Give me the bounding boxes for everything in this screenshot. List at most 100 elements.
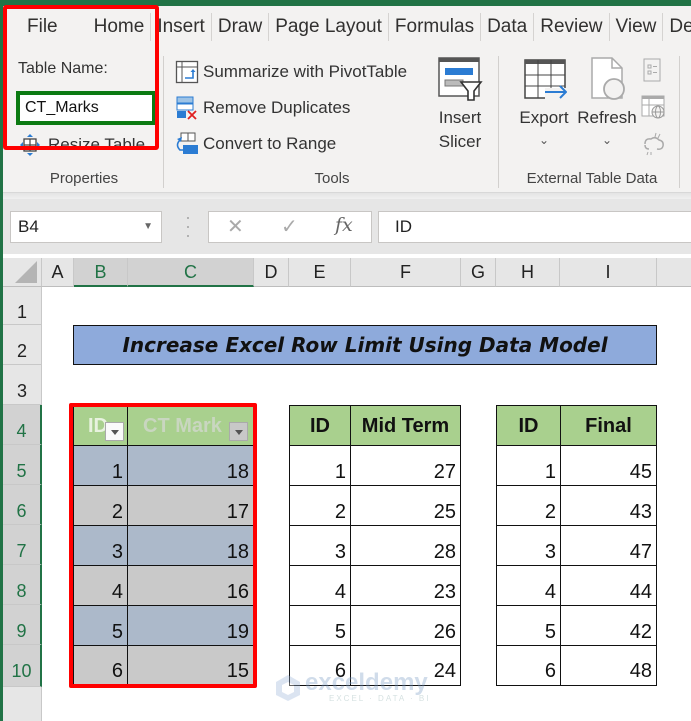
row-header-9[interactable]: 9 [3, 605, 42, 645]
table-cell[interactable]: 23 [351, 566, 461, 606]
row-header-5[interactable]: 5 [3, 445, 42, 485]
tab-formulas[interactable]: Formulas [389, 13, 482, 41]
select-all-button[interactable] [3, 258, 42, 287]
mid-header-id[interactable]: ID [289, 405, 351, 446]
row-header-4[interactable]: 4 [3, 405, 42, 445]
filter-dropdown-icon[interactable] [229, 422, 248, 441]
formula-input[interactable]: ID [378, 211, 691, 243]
row-header-7[interactable]: 7 [3, 525, 42, 565]
mid-header-midterm[interactable]: Mid Term [351, 405, 461, 446]
group-separator [163, 56, 164, 188]
column-header-e[interactable]: E [289, 258, 351, 287]
tab-view[interactable]: View [610, 13, 664, 41]
tab-file[interactable]: File [3, 13, 88, 41]
table-cell[interactable]: 47 [561, 526, 657, 566]
name-box-value: B4 [18, 217, 39, 236]
group-separator [679, 56, 680, 188]
ct-header-marks-label: CT Mark [143, 415, 222, 437]
excel-window: File Home Insert Draw Page Layout Formul… [0, 0, 691, 721]
column-header-h[interactable]: H [496, 258, 560, 287]
table-name-input[interactable]: CT_Marks [16, 91, 156, 125]
table-cell[interactable]: 43 [561, 486, 657, 526]
summarize-label: Summarize with PivotTable [203, 62, 408, 81]
column-header-g[interactable]: G [461, 258, 496, 287]
tab-data[interactable]: Data [481, 13, 535, 41]
column-header-c[interactable]: C [128, 258, 254, 287]
insert-slicer-button[interactable]: Insert Slicer [429, 56, 491, 154]
exceldemy-watermark: exceldemy EXCEL · DATA · BI [275, 671, 430, 703]
column-header-i[interactable]: I [560, 258, 657, 287]
resize-table-button[interactable]: Resize Table [20, 132, 145, 158]
enter-icon[interactable]: ✓ [281, 214, 298, 239]
insert-slicer-label-1: Insert [438, 108, 482, 127]
table-cell[interactable]: 18 [128, 526, 254, 566]
export-button[interactable]: Export ⌄ [513, 56, 575, 150]
column-header-b[interactable]: B [74, 258, 128, 287]
final-header-id[interactable]: ID [496, 405, 561, 446]
table-cell[interactable]: 19 [128, 606, 254, 646]
name-box[interactable]: B4 ▼ [10, 211, 162, 243]
table-cell[interactable]: 25 [351, 486, 461, 526]
table-cell[interactable]: 3 [289, 526, 351, 566]
row-header-8[interactable]: 8 [3, 565, 42, 605]
insert-function-icon[interactable]: fx [335, 214, 353, 236]
column-header-f[interactable]: F [351, 258, 461, 287]
table-cell[interactable]: 28 [351, 526, 461, 566]
table-cell[interactable]: 5 [289, 606, 351, 646]
tab-insert[interactable]: Insert [151, 13, 212, 41]
table-cell[interactable]: 5 [73, 606, 128, 646]
filter-dropdown-icon[interactable] [105, 422, 124, 441]
remove-duplicates-icon [176, 96, 197, 120]
table-cell[interactable]: 42 [561, 606, 657, 646]
sheet-title[interactable]: Increase Excel Row Limit Using Data Mode… [73, 325, 657, 365]
table-cell[interactable]: 17 [128, 486, 254, 526]
row-header-10[interactable]: 10 [3, 645, 42, 687]
table-cell[interactable]: 2 [289, 486, 351, 526]
table-cell[interactable]: 1 [496, 446, 561, 486]
table-cell[interactable]: 1 [73, 446, 128, 486]
row-header-3[interactable]: 3 [3, 365, 42, 405]
convert-to-range-button[interactable]: Convert to Range [175, 131, 336, 157]
table-cell[interactable]: 5 [496, 606, 561, 646]
table-cell[interactable]: 4 [496, 566, 561, 606]
table-cell[interactable]: 44 [561, 566, 657, 606]
table-cell[interactable]: 18 [128, 446, 254, 486]
name-box-dropdown-icon[interactable]: ▼ [143, 212, 153, 242]
table-cell[interactable]: 26 [351, 606, 461, 646]
row-header-6[interactable]: 6 [3, 485, 42, 525]
tab-review[interactable]: Review [534, 13, 610, 41]
column-header-j[interactable] [657, 258, 691, 287]
table-cell[interactable]: 27 [351, 446, 461, 486]
table-cell[interactable]: 4 [289, 566, 351, 606]
table-cell[interactable]: 6 [496, 646, 561, 686]
column-header-d[interactable]: D [254, 258, 289, 287]
table-cell[interactable]: 15 [128, 646, 254, 686]
table-cell[interactable]: 3 [73, 526, 128, 566]
unlink-icon[interactable] [641, 130, 667, 156]
tab-developer[interactable]: De [663, 13, 691, 41]
final-header-final[interactable]: Final [561, 405, 657, 446]
table-cell[interactable]: 16 [128, 566, 254, 606]
formula-bar-grip-icon[interactable]: · · · [185, 208, 191, 244]
table-cell[interactable]: 4 [73, 566, 128, 606]
open-in-browser-icon[interactable] [641, 94, 667, 120]
summarize-pivottable-button[interactable]: Summarize with PivotTable [175, 59, 407, 85]
table-cell[interactable]: 1 [289, 446, 351, 486]
table-cell[interactable]: 2 [496, 486, 561, 526]
table-cell[interactable]: 48 [561, 646, 657, 686]
table-cell[interactable]: 45 [561, 446, 657, 486]
remove-duplicates-button[interactable]: Remove Duplicates [175, 95, 350, 121]
properties-icon[interactable] [641, 58, 663, 82]
table-cell[interactable]: 2 [73, 486, 128, 526]
tab-page-layout[interactable]: Page Layout [269, 13, 389, 41]
tab-home[interactable]: Home [88, 13, 152, 41]
refresh-button[interactable]: Refresh ⌄ [575, 56, 639, 150]
column-header-a[interactable]: A [42, 258, 74, 287]
tab-draw[interactable]: Draw [212, 13, 270, 41]
insert-slicer-label-2: Slicer [438, 132, 482, 151]
cancel-icon[interactable]: ✕ [227, 214, 244, 239]
table-cell[interactable]: 3 [496, 526, 561, 566]
row-header-1[interactable]: 1 [3, 287, 42, 325]
table-cell[interactable]: 6 [73, 646, 128, 686]
row-header-2[interactable]: 2 [3, 325, 42, 365]
